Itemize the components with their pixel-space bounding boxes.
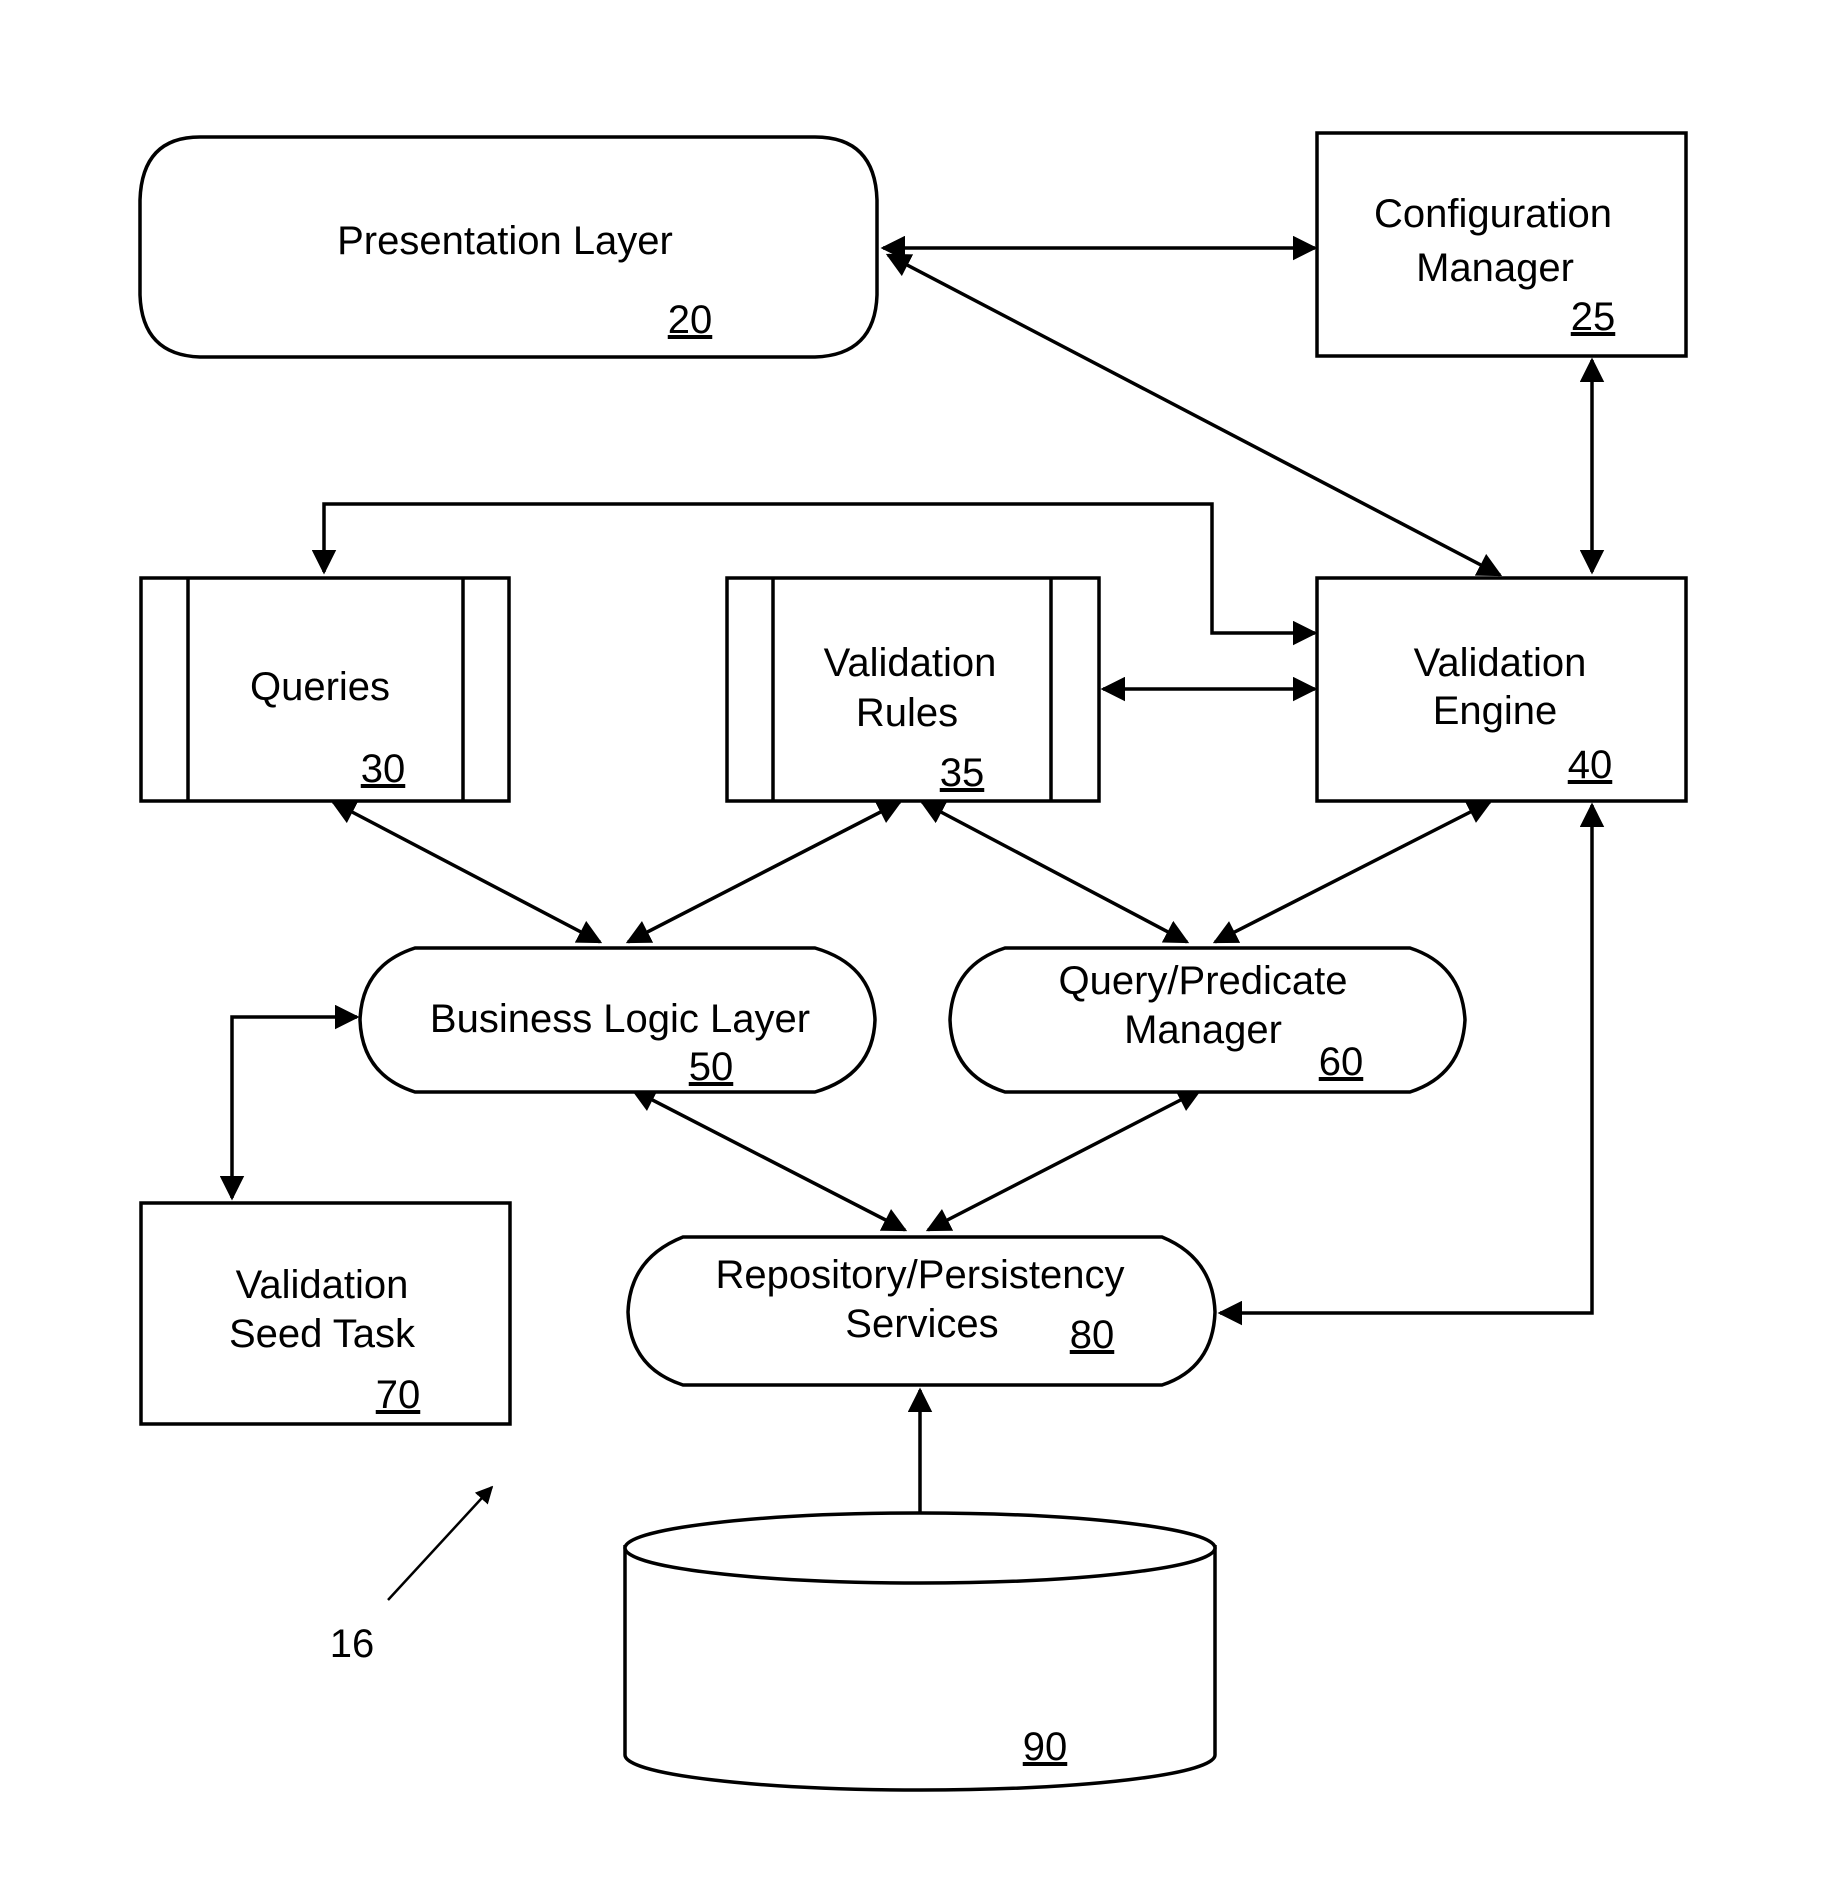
- database-ref: 90: [1023, 1725, 1068, 1769]
- figure-reference-arrow: [387, 1485, 494, 1601]
- validation-seed-task-node: Validation Seed Task 70: [139, 1201, 512, 1426]
- configuration-manager-ref: 25: [1571, 295, 1616, 339]
- repository-persistency-services-label-2: Services: [845, 1302, 998, 1346]
- query-predicate-manager-label-1: Query/Predicate: [1058, 959, 1347, 1003]
- query-predicate-manager-node: Query/Predicate Manager 60: [948, 946, 1467, 1094]
- validation-engine-node: Validation Engine 40: [1315, 576, 1688, 803]
- validation-engine-ref: 40: [1568, 743, 1613, 787]
- presentation-layer-node: Presentation Layer 20: [138, 135, 879, 359]
- arrow-rules-bll: [625, 800, 903, 944]
- validation-rules-node: Validation Rules 35: [725, 576, 1101, 803]
- query-predicate-manager-ref: 60: [1319, 1040, 1364, 1084]
- figure-label: 16: [330, 1622, 375, 1666]
- arrow-qpm-repository: [925, 1088, 1203, 1232]
- arrow-engine-qpm: [1212, 800, 1493, 944]
- validation-seed-task-label-1: Validation: [236, 1263, 409, 1307]
- query-predicate-manager-label-2: Manager: [1124, 1008, 1282, 1052]
- repository-persistency-services-node: Repository/Persistency Services 80: [626, 1235, 1217, 1387]
- database-node: 90: [623, 1511, 1217, 1792]
- validation-rules-ref: 35: [940, 751, 985, 795]
- queries-ref: 30: [361, 747, 406, 791]
- repository-persistency-services-ref: 80: [1070, 1313, 1115, 1357]
- business-logic-layer-label: Business Logic Layer: [430, 997, 810, 1041]
- business-logic-layer-ref: 50: [689, 1045, 734, 1089]
- queries-label: Queries: [250, 665, 390, 709]
- configuration-manager-label-1: Configuration: [1374, 192, 1612, 236]
- figure-reference: 16: [330, 1485, 494, 1666]
- configuration-manager-label-2: Manager: [1416, 246, 1574, 290]
- validation-engine-label-1: Validation: [1414, 641, 1587, 685]
- validation-seed-task-label-2: Seed Task: [229, 1312, 416, 1356]
- arrow-queries-bll: [330, 800, 603, 944]
- queries-node: Queries 30: [139, 576, 511, 803]
- repository-persistency-services-label-1: Repository/Persistency: [715, 1253, 1124, 1297]
- presentation-layer-label: Presentation Layer: [337, 219, 673, 263]
- arrow-bll-repository: [630, 1088, 908, 1232]
- business-logic-layer-node: Business Logic Layer 50: [358, 946, 877, 1094]
- configuration-manager-node: Configuration Manager 25: [1315, 131, 1688, 358]
- validation-engine-label-2: Engine: [1433, 689, 1558, 733]
- arrow-bll-seedtask: [219, 1004, 360, 1201]
- validation-seed-task-ref: 70: [376, 1373, 421, 1417]
- validation-rules-label-2: Rules: [856, 691, 958, 735]
- architecture-diagram: Presentation Layer 20 Configuration Mana…: [138, 131, 1688, 1792]
- validation-rules-label-1: Validation: [824, 641, 997, 685]
- arrow-rules-qpm: [919, 800, 1190, 944]
- presentation-layer-ref: 20: [668, 298, 713, 342]
